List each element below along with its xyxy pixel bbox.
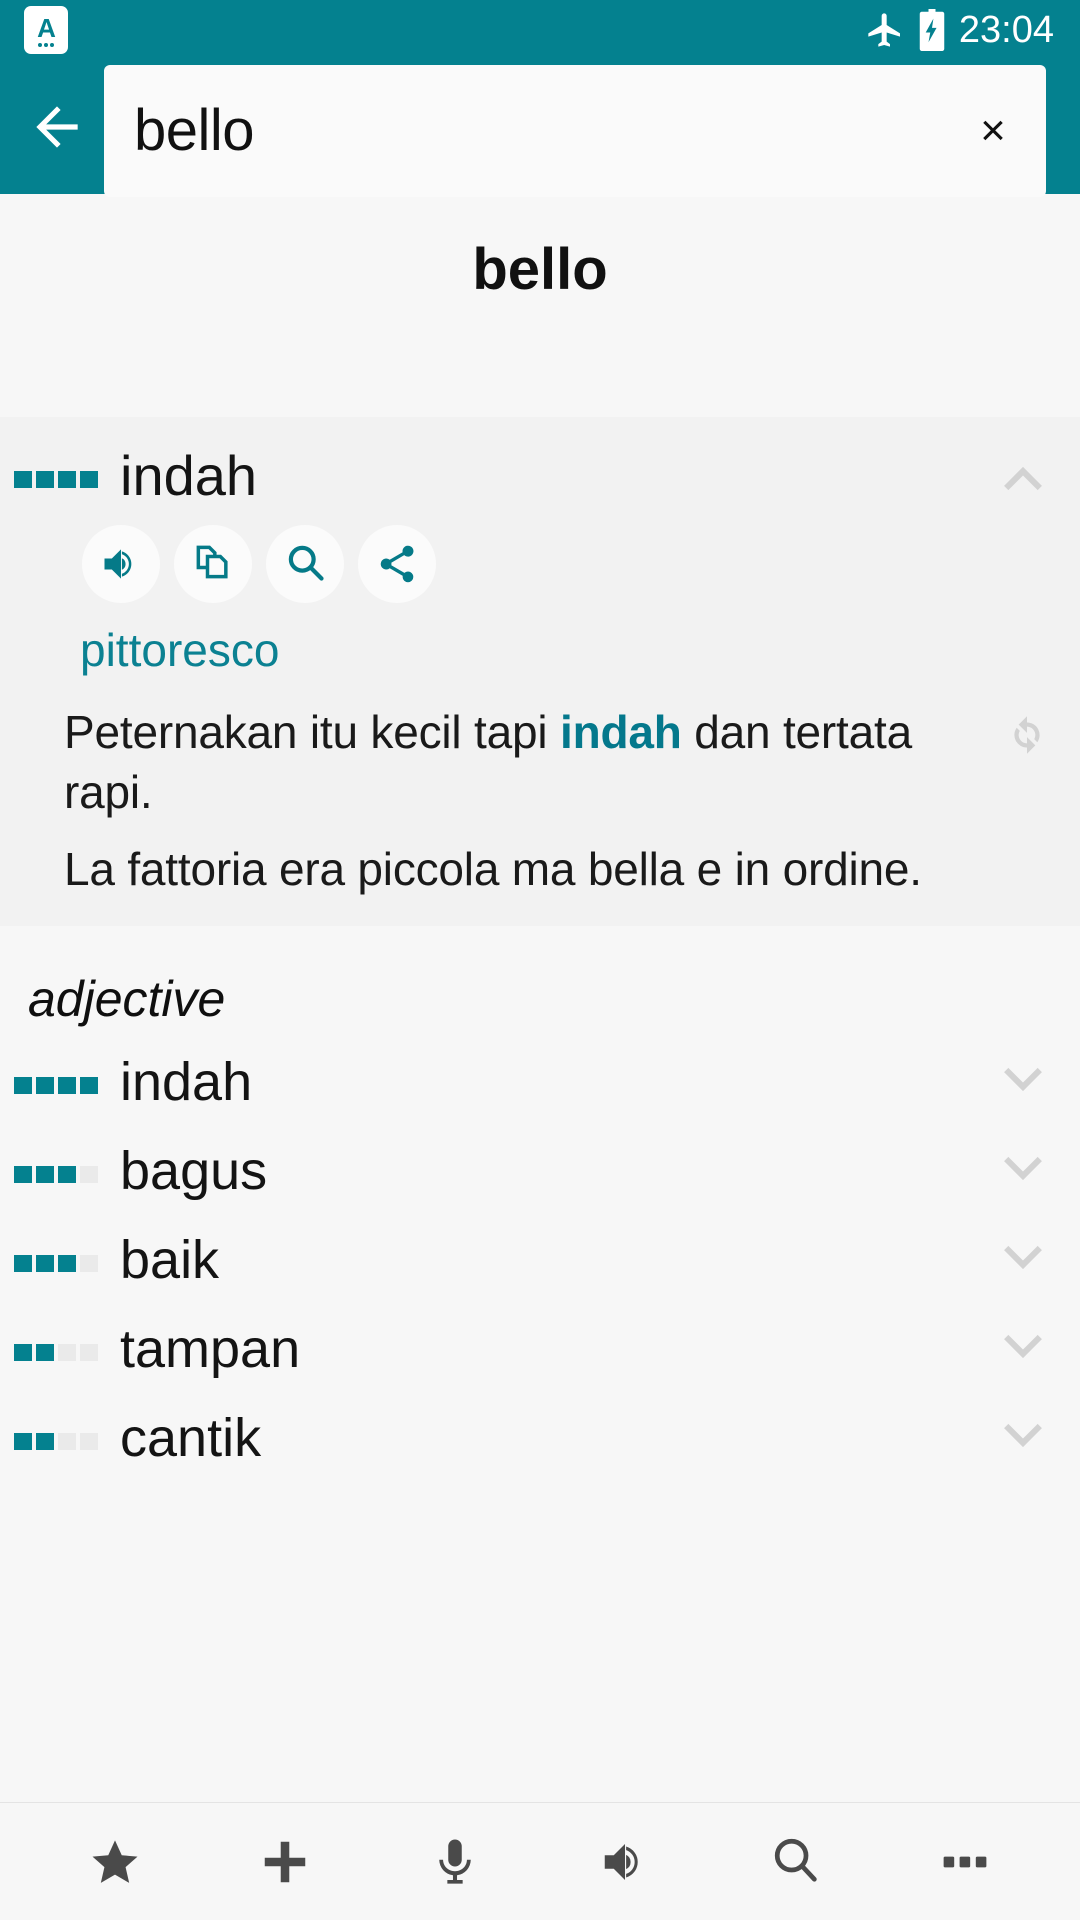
speaker-icon xyxy=(99,542,143,586)
sense-header[interactable]: indah xyxy=(0,417,1080,511)
chevron-down-icon xyxy=(991,1228,1055,1292)
status-bar: A 23:04 xyxy=(0,0,1080,60)
refresh-example-button[interactable] xyxy=(998,706,1056,764)
share-button[interactable] xyxy=(358,525,436,603)
star-icon xyxy=(88,1835,142,1889)
chevron-down-icon xyxy=(991,1050,1055,1114)
lookup-button[interactable] xyxy=(266,525,344,603)
sense-word-label: indah xyxy=(120,443,258,507)
copy-pages-icon xyxy=(191,540,235,589)
expanded-sense-card: indah pittoresco Peternakan itu kecil ta… xyxy=(0,417,1080,926)
list-item[interactable]: tampan xyxy=(0,1305,1080,1394)
copy-button[interactable] xyxy=(174,525,252,603)
rating-indicator xyxy=(14,1165,98,1183)
app-screen: A 23:04 bello × bello indah pittoresco P… xyxy=(0,0,1080,1920)
example-block: Peternakan itu kecil tapi indah dan tert… xyxy=(0,676,1080,900)
refresh-icon xyxy=(1002,710,1052,760)
rating-indicator xyxy=(14,1076,98,1094)
part-of-speech-label: adjective xyxy=(28,970,226,1027)
list-item-label: bagus xyxy=(120,1140,268,1201)
example-source-text: Peternakan itu kecil tapi indah dan tert… xyxy=(64,702,970,823)
list-item[interactable]: cantik xyxy=(0,1394,1080,1483)
pronounce-button[interactable] xyxy=(82,525,160,603)
app-letter-a-icon: A xyxy=(24,6,68,54)
search-button[interactable] xyxy=(740,1812,850,1912)
add-button[interactable] xyxy=(230,1812,340,1912)
favorites-button[interactable] xyxy=(60,1812,170,1912)
more-button[interactable] xyxy=(910,1812,1020,1912)
chevron-down-icon xyxy=(991,1317,1055,1381)
list-item-label: cantik xyxy=(120,1407,262,1468)
plus-icon xyxy=(258,1835,312,1889)
speaker-icon xyxy=(598,1835,652,1889)
synonym-link[interactable]: pittoresco xyxy=(0,603,1080,676)
list-item-label: baik xyxy=(120,1229,220,1290)
search-icon xyxy=(283,540,327,589)
example-source-highlight: indah xyxy=(559,705,682,758)
rating-indicator xyxy=(14,1343,98,1361)
share-icon xyxy=(375,542,419,586)
expand-button[interactable] xyxy=(988,1403,1058,1473)
battery-charging-icon xyxy=(919,9,945,51)
chevron-down-icon xyxy=(991,1139,1055,1203)
list-item[interactable]: baik xyxy=(0,1216,1080,1305)
page-title: bello xyxy=(472,237,608,302)
back-button[interactable] xyxy=(18,88,96,166)
chevron-down-icon xyxy=(991,1406,1055,1470)
bottom-toolbar xyxy=(0,1802,1080,1920)
expand-button[interactable] xyxy=(988,1314,1058,1384)
expand-button[interactable] xyxy=(988,1136,1058,1206)
list-item-label: indah xyxy=(120,1051,253,1112)
clear-search-button[interactable]: × xyxy=(966,104,1020,158)
search-input[interactable]: bello xyxy=(134,102,966,160)
rating-indicator xyxy=(14,470,98,488)
airplane-mode-icon xyxy=(865,10,905,50)
sense-action-row xyxy=(0,511,1080,603)
rating-indicator xyxy=(14,1254,98,1272)
translation-list: indah bagus baik tampan cantik xyxy=(0,1028,1080,1483)
audio-button[interactable] xyxy=(570,1812,680,1912)
search-header: bello × xyxy=(0,60,1080,197)
app-badge-letter: A xyxy=(37,12,56,43)
microphone-icon xyxy=(428,1835,482,1889)
chevron-up-icon xyxy=(991,444,1055,508)
collapse-button[interactable] xyxy=(988,441,1058,511)
search-box[interactable]: bello × xyxy=(104,65,1046,197)
example-target-text: La fattoria era piccola ma bella e in or… xyxy=(64,843,922,896)
list-item[interactable]: bagus xyxy=(0,1127,1080,1216)
list-item[interactable]: indah xyxy=(0,1038,1080,1127)
example-source-pre: Peternakan itu kecil tapi xyxy=(64,705,560,758)
voice-input-button[interactable] xyxy=(400,1812,510,1912)
search-icon xyxy=(768,1832,822,1891)
rating-indicator xyxy=(14,1432,98,1450)
more-horizontal-icon xyxy=(938,1835,992,1889)
status-bar-clock: 23:04 xyxy=(958,8,1054,51)
status-bar-right: 23:04 xyxy=(865,9,1054,52)
content-area: indah pittoresco Peternakan itu kecil ta… xyxy=(0,303,1080,1802)
back-arrow-icon xyxy=(26,96,88,158)
app-badge-dots xyxy=(38,42,54,47)
expand-button[interactable] xyxy=(988,1047,1058,1117)
list-item-label: tampan xyxy=(120,1318,301,1379)
expand-button[interactable] xyxy=(988,1225,1058,1295)
